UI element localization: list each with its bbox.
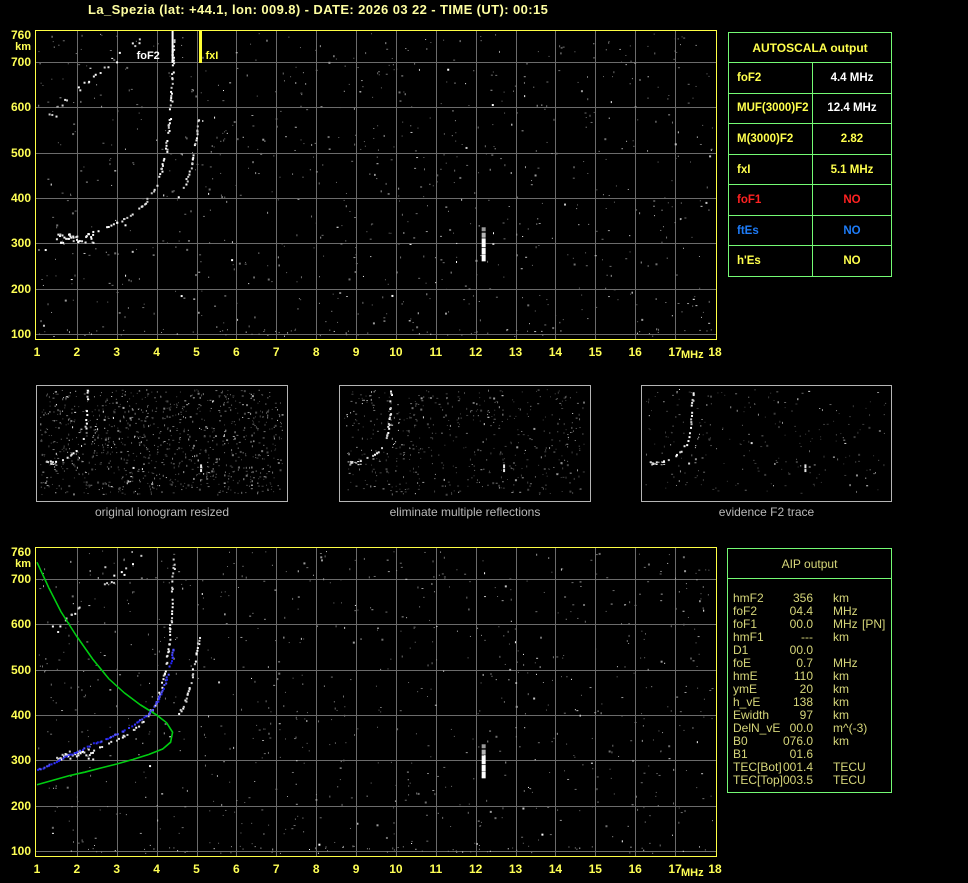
autoscala-output-table: AUTOSCALA output foF2 4.4 MHz MUF(3000)F2 1… <box>728 32 892 277</box>
x-tick-label: 8 <box>312 345 320 359</box>
thumbnail-caption-f2trace: evidence F2 trace <box>718 505 815 519</box>
autoscala-row-value: 4.4 MHz <box>830 71 874 84</box>
x-tick-label: 10 <box>389 345 403 359</box>
x-tick-label: 6 <box>233 862 240 876</box>
y-tick-label: 760 <box>10 544 31 559</box>
y-tick-label: 300 <box>10 753 31 768</box>
y-tick-label: 600 <box>10 100 31 115</box>
x-tick-label: 7 <box>272 345 280 359</box>
aip-output-table: AIP output hmF2 356 km foF2 04.4 MHz foF1 00.0 M… <box>727 548 892 793</box>
x-tick-label: 4 <box>153 345 160 359</box>
autoscala-row-value: NO <box>843 224 861 237</box>
y-tick-label: 200 <box>10 798 31 813</box>
autoscala-row: fxI 5.1 MHz <box>729 153 891 185</box>
autoscala-row: foF2 4.4 MHz <box>729 63 891 93</box>
profile-ionogram-plot <box>35 547 717 857</box>
x-tick-label: 17 <box>668 862 682 876</box>
main-ionogram-plot <box>35 30 717 340</box>
x-tick-label: 5 <box>193 345 200 359</box>
aip-row-unit: TECU <box>833 773 866 787</box>
autoscala-row-label: MUF(3000)F2 <box>729 93 813 124</box>
x-tick-label: 3 <box>113 345 121 359</box>
thumbnail-caption-reflections: eliminate multiple reflections <box>389 505 541 519</box>
autoscala-row-label: ftEs <box>729 215 813 246</box>
y-tick-label: 300 <box>10 236 31 251</box>
autoscala-table-body: foF2 4.4 MHz MUF(3000)F2 12.4 MHz M(3000)F2 2… <box>729 63 891 277</box>
aip-row-value: 003.5 <box>782 773 813 787</box>
x-tick-label: 3 <box>113 862 121 876</box>
x-tick-label: 2 <box>73 345 81 359</box>
page-title: La_Spezia (lat: +44.1, lon: 009.8) - DAT… <box>88 2 549 17</box>
autoscala-row-value: 12.4 MHz <box>827 102 877 115</box>
autoscala-screen: La_Spezia (lat: +44.1, lon: 009.8) - DAT… <box>0 0 968 883</box>
autoscala-row-label: foF2 <box>729 63 813 93</box>
x-tick-label: 1 <box>33 345 41 359</box>
y-tick-label: 400 <box>10 190 31 205</box>
autoscala-row-value: NO <box>843 255 861 268</box>
thumbnail-caption-original: original ionogram resized <box>94 505 230 519</box>
autoscala-row-value: 2.82 <box>840 132 864 145</box>
thumbnail-evidence-f2-trace <box>641 385 892 502</box>
x-tick-label: 13 <box>508 862 523 876</box>
x-tick-label: 8 <box>312 862 320 876</box>
autoscala-row: foF1 NO <box>729 184 891 215</box>
x-tick-label: 18 <box>708 345 722 359</box>
autoscala-row: M(3000)F2 2.82 <box>729 123 891 154</box>
x-tick-label: 15 <box>588 345 602 359</box>
x-tick-label: 2 <box>73 862 81 876</box>
x-tick-label: 14 <box>548 862 563 876</box>
y-tick-label: 700 <box>10 54 31 69</box>
autoscala-row-label: h'Es <box>729 246 813 277</box>
x-tick-label: 6 <box>233 345 240 359</box>
x-tick-label: 1 <box>33 862 41 876</box>
thumbnail-eliminate-reflections <box>339 385 591 502</box>
y-tick-label: 400 <box>10 707 31 722</box>
x-tick-label: 11 <box>429 345 443 359</box>
y-tick-label: 760 <box>10 27 31 42</box>
x-tick-label: 13 <box>508 345 523 359</box>
x-tick-label: 18 <box>708 862 722 876</box>
x-tick-label: 5 <box>193 862 200 876</box>
autoscala-table-title: AUTOSCALA output <box>729 33 891 63</box>
x-tick-label: 15 <box>588 862 602 876</box>
aip-table-title: AIP output <box>728 549 891 579</box>
x-tick-label: 16 <box>628 345 642 359</box>
aip-row-unit: km <box>833 734 849 748</box>
x-tick-label: 9 <box>352 862 360 876</box>
autoscala-row-label: fxI <box>729 154 813 185</box>
aip-table-body: hmF2 356 km foF2 04.4 MHz foF1 00.0 MHz [PN] hmF1-… <box>728 579 891 792</box>
aip-row: TEC[Top] 003.5 TECU <box>728 774 891 787</box>
autoscala-row: MUF(3000)F2 12.4 MHz <box>729 92 891 124</box>
x-tick-label: 7 <box>272 862 280 876</box>
autoscala-row-label: foF1 <box>729 185 813 215</box>
x-tick-label: 14 <box>548 345 563 359</box>
autoscala-row: h'Es NO <box>729 245 891 277</box>
autoscala-row: ftEs NO <box>729 214 891 246</box>
autoscala-row-label: M(3000)F2 <box>729 124 813 154</box>
x-tick-label: 12 <box>468 862 483 876</box>
x-tick-label: 11 <box>429 862 443 876</box>
x-tick-label: 17 <box>668 345 682 359</box>
aip-row-unit: km <box>833 630 849 644</box>
x-tick-label: 10 <box>389 862 403 876</box>
marker-label-foF2: foF2 <box>136 50 160 62</box>
thumbnail-original-ionogram <box>36 385 288 502</box>
y-tick-label: 500 <box>10 662 31 677</box>
autoscala-row-value: 5.1 MHz <box>830 163 874 176</box>
y-tick-label: 700 <box>10 571 31 586</box>
y-axis-unit-km-bottom: km <box>15 558 31 570</box>
x-tick-label: 9 <box>352 345 360 359</box>
y-tick-label: 500 <box>10 145 31 160</box>
y-tick-label: 600 <box>10 617 31 632</box>
y-tick-label: 200 <box>10 281 31 296</box>
y-tick-label: 100 <box>10 843 31 858</box>
x-tick-label: 12 <box>468 345 483 359</box>
x-tick-label: 16 <box>628 862 642 876</box>
y-axis-unit-km-top: km <box>15 41 31 53</box>
x-tick-label: 4 <box>153 862 160 876</box>
aip-row-extra: [PN] <box>862 617 886 631</box>
marker-label-fxI: fxI <box>205 50 219 62</box>
y-tick-label: 100 <box>10 326 31 341</box>
autoscala-row-value: NO <box>843 194 861 207</box>
